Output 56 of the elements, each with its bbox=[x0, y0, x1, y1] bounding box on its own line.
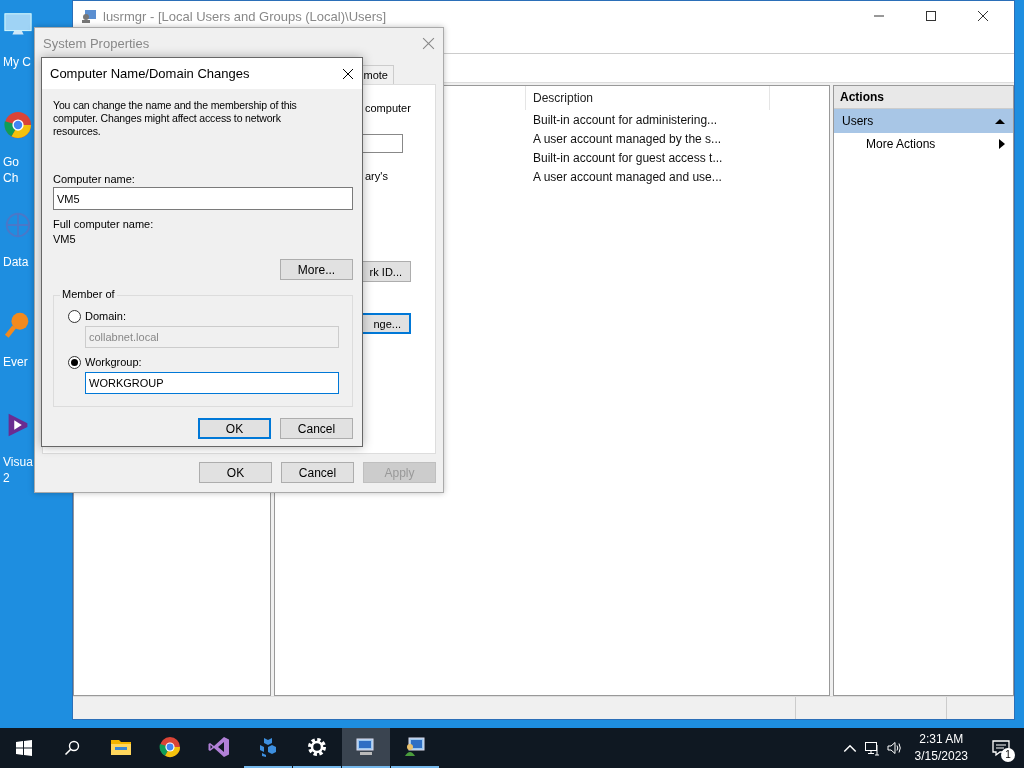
clock-time: 2:31 AM bbox=[919, 731, 964, 748]
dialog-button[interactable]: Cancel bbox=[280, 418, 353, 439]
section-label: Users bbox=[842, 114, 874, 128]
dialog-button[interactable]: Cancel bbox=[281, 462, 354, 483]
field-label: Full computer name: bbox=[53, 218, 155, 230]
radio-label[interactable]: Workgroup: bbox=[85, 356, 142, 368]
window-title: System Properties bbox=[43, 35, 150, 51]
dialog-button[interactable]: OK bbox=[198, 418, 271, 439]
close-icon[interactable] bbox=[342, 67, 354, 80]
desktop-icon-label: 2 bbox=[3, 470, 10, 486]
action-item[interactable]: More Actions bbox=[834, 133, 1013, 155]
panel-text: ary's bbox=[365, 170, 388, 182]
column-header[interactable]: Description bbox=[525, 86, 770, 110]
network-icon[interactable] bbox=[863, 740, 880, 756]
search-icon[interactable] bbox=[64, 740, 80, 756]
collapse-icon[interactable] bbox=[995, 116, 1005, 126]
user-monitor-icon bbox=[403, 735, 427, 759]
users-app-icon bbox=[81, 8, 97, 24]
desktop-icon-label: Data bbox=[3, 254, 29, 270]
input-field[interactable]: WORKGROUP bbox=[85, 372, 339, 394]
close-icon[interactable] bbox=[977, 10, 989, 22]
more-button[interactable]: More... bbox=[280, 259, 353, 280]
dialog-button[interactable]: OK bbox=[199, 462, 272, 483]
radio-button[interactable] bbox=[68, 355, 81, 369]
studio-logo-icon bbox=[207, 735, 231, 759]
desktop-icon-label: Visua bbox=[3, 454, 33, 470]
actions-header: Actions bbox=[834, 86, 1013, 109]
input-field[interactable]: VM5 bbox=[53, 187, 353, 210]
actions-section[interactable]: Users bbox=[834, 109, 1013, 133]
start-icon[interactable] bbox=[16, 740, 32, 756]
panel-text: computer bbox=[365, 102, 411, 114]
clock[interactable]: 2:31 AM 3/15/2023 bbox=[904, 731, 978, 765]
speaker-icon[interactable] bbox=[885, 740, 902, 756]
intro-text: You can change the name and the membership of this computer. Changes might affect access to network resources. bbox=[53, 99, 298, 138]
desktop-shortcut-icon[interactable] bbox=[3, 110, 33, 140]
group-legend: Member of bbox=[60, 288, 117, 300]
field-value: VM5 bbox=[53, 233, 77, 245]
desktop-icon-label: My C bbox=[3, 54, 31, 70]
field-label: Computer name: bbox=[53, 173, 136, 185]
desktop-icon-label: Ch bbox=[3, 170, 19, 186]
table-cell: A user account managed and use... bbox=[533, 169, 722, 184]
clock-date: 3/15/2023 bbox=[914, 748, 968, 765]
submenu-arrow-icon bbox=[999, 139, 1005, 149]
desktop-icon-label: Ever bbox=[3, 354, 28, 370]
table-cell: A user account managed by the s... bbox=[533, 131, 722, 146]
window-title: lusrmgr - [Local Users and Groups (Local)\Users] bbox=[103, 8, 387, 24]
gear-icon bbox=[305, 735, 329, 759]
taskbar-app[interactable] bbox=[342, 728, 390, 768]
desktop-icon-label: Go bbox=[3, 154, 19, 170]
table-cell: Built-in account for guest access t... bbox=[533, 150, 723, 165]
notification-badge: 1 bbox=[1001, 748, 1015, 762]
dialog-title: Computer Name/Domain Changes bbox=[50, 66, 250, 81]
maximize-icon[interactable] bbox=[925, 10, 937, 22]
table-cell: Built-in account for administering... bbox=[533, 112, 718, 127]
browser-logo-icon bbox=[158, 735, 182, 759]
notification-icon[interactable] bbox=[992, 739, 1010, 757]
